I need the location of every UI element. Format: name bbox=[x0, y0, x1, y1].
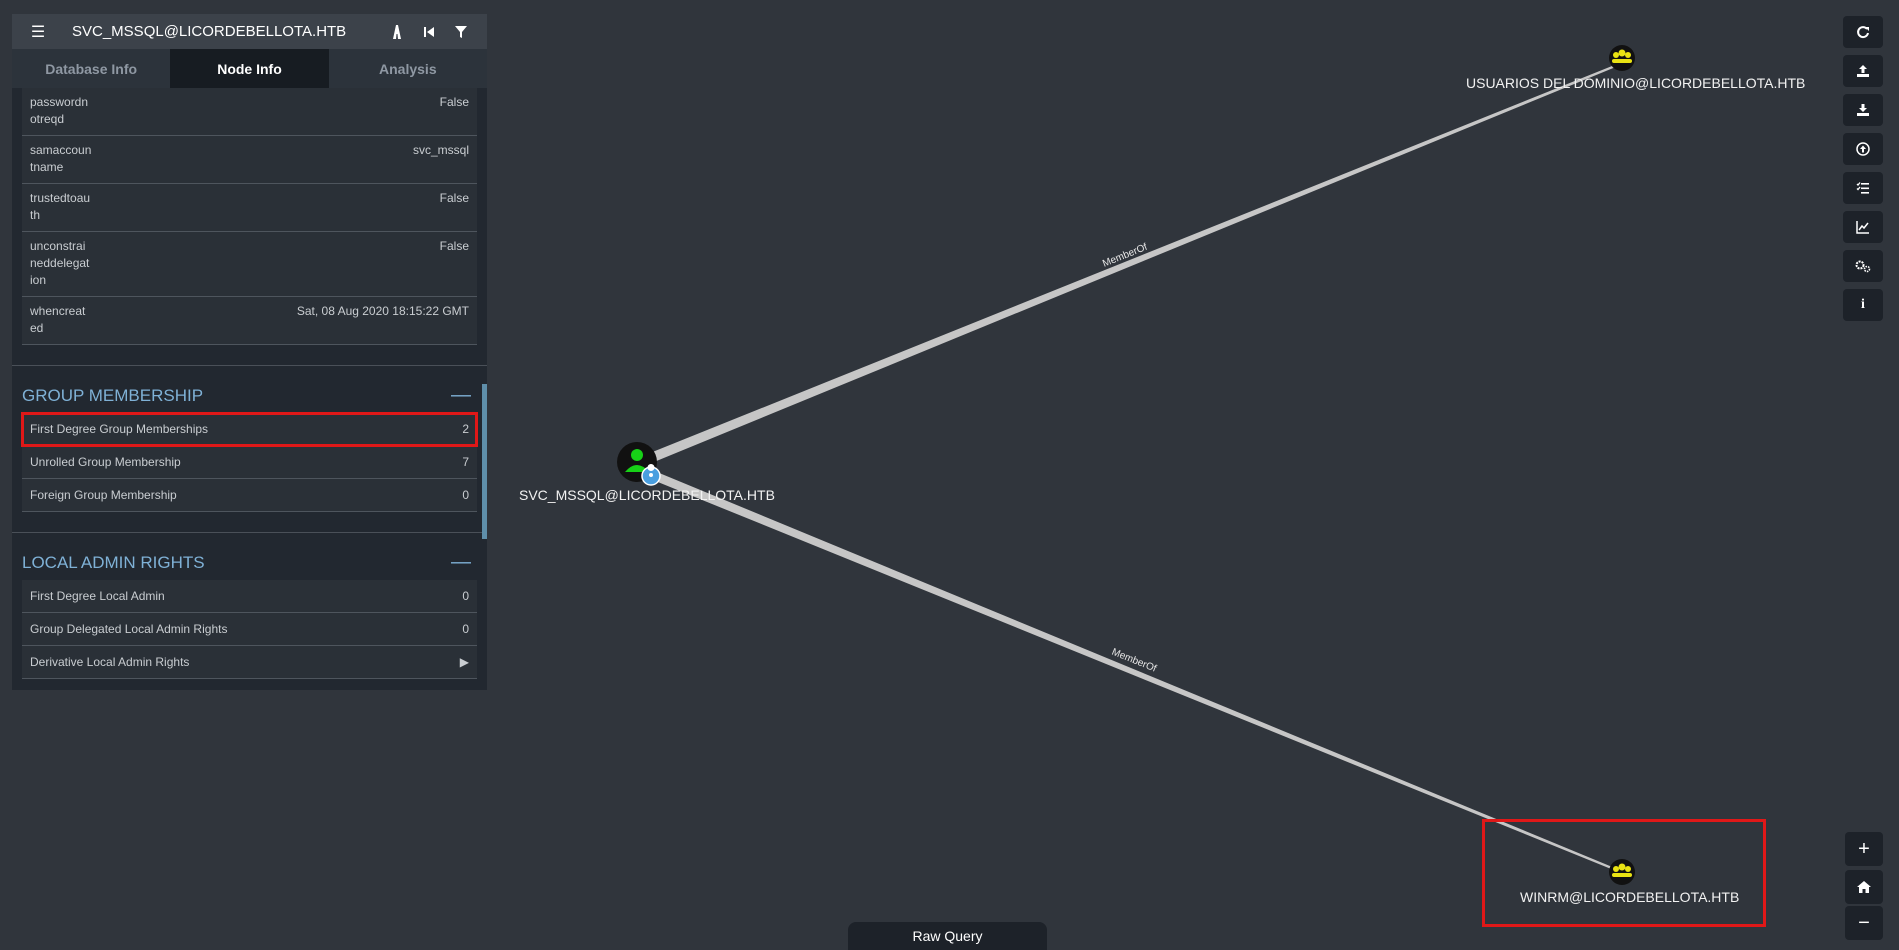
derivative-local-admin-row[interactable]: Derivative Local Admin Rights ▶ bbox=[22, 646, 477, 679]
property-row: whencreated Sat, 08 Aug 2020 18:15:22 GM… bbox=[22, 297, 477, 345]
property-value: False bbox=[439, 239, 469, 253]
row-label: Foreign Group Membership bbox=[30, 488, 177, 502]
expand-arrow-icon[interactable]: ▶ bbox=[460, 655, 469, 669]
tab-analysis[interactable]: Analysis bbox=[329, 49, 487, 88]
property-value: False bbox=[439, 95, 469, 109]
row-label: First Degree Group Memberships bbox=[30, 422, 209, 436]
property-key: unconstraineddelegation bbox=[30, 239, 90, 287]
section-title: GROUP MEMBERSHIP bbox=[22, 385, 204, 405]
row-label: Unrolled Group Membership bbox=[30, 455, 181, 469]
row-value: 0 bbox=[462, 589, 469, 603]
queries-icon[interactable] bbox=[1843, 172, 1883, 204]
import-icon[interactable] bbox=[1843, 133, 1883, 165]
home-button[interactable] bbox=[1845, 870, 1883, 904]
group-delegated-local-admin-row[interactable]: Group Delegated Local Admin Rights 0 bbox=[22, 613, 477, 646]
foreign-group-membership-row[interactable]: Foreign Group Membership 0 bbox=[22, 479, 477, 512]
property-value: False bbox=[439, 191, 469, 205]
edge-memberof-2[interactable] bbox=[648, 470, 1622, 873]
menu-icon[interactable]: ☰ bbox=[22, 14, 54, 49]
divider bbox=[12, 365, 487, 366]
back-icon[interactable] bbox=[413, 14, 445, 49]
local-admin-list: First Degree Local Admin 0 Group Delegat… bbox=[22, 580, 477, 679]
panel-title: SVC_MSSQL@LICORDEBELLOTA.HTB bbox=[72, 23, 347, 40]
stats-icon[interactable] bbox=[1843, 211, 1883, 243]
user-node[interactable] bbox=[617, 442, 661, 486]
row-value: 2 bbox=[462, 422, 469, 436]
property-key: passwordnotreqd bbox=[30, 95, 89, 126]
property-row: trustedtoauth False bbox=[22, 184, 477, 232]
zoom-out-button[interactable]: − bbox=[1845, 906, 1883, 940]
unrolled-group-membership-row[interactable]: Unrolled Group Membership 7 bbox=[22, 446, 477, 479]
settings-icon[interactable] bbox=[1843, 250, 1883, 282]
property-list: passwordnotreqd False samaccountname svc… bbox=[22, 88, 477, 345]
panel-tabs: Database Info Node Info Analysis bbox=[12, 49, 487, 88]
group-membership-header[interactable]: GROUP MEMBERSHIP — bbox=[22, 384, 477, 407]
property-key: trustedtoauth bbox=[30, 191, 91, 222]
first-degree-local-admin-row[interactable]: First Degree Local Admin 0 bbox=[22, 580, 477, 613]
property-row: passwordnotreqd False bbox=[22, 88, 477, 136]
section-title: LOCAL ADMIN RIGHTS bbox=[22, 552, 205, 572]
zoom-in-button[interactable]: + bbox=[1845, 832, 1883, 866]
download-icon[interactable] bbox=[1843, 94, 1883, 126]
winrm-highlight-box bbox=[1482, 819, 1766, 927]
panel-header: ☰ SVC_MSSQL@LICORDEBELLOTA.HTB bbox=[12, 14, 487, 49]
row-value: 0 bbox=[462, 622, 469, 636]
property-value: Sat, 08 Aug 2020 18:15:22 GMT bbox=[296, 304, 469, 318]
tab-node-info[interactable]: Node Info bbox=[170, 49, 329, 88]
tab-database-info[interactable]: Database Info bbox=[12, 49, 170, 88]
user-node-label: SVC_MSSQL@LICORDEBELLOTA.HTB bbox=[519, 487, 775, 503]
divider bbox=[12, 532, 487, 533]
first-degree-group-memberships-row[interactable]: First Degree Group Memberships 2 bbox=[21, 412, 478, 447]
property-row: unconstraineddelegation False bbox=[22, 232, 477, 297]
collapse-icon[interactable]: — bbox=[451, 384, 477, 407]
upload-icon[interactable] bbox=[1843, 55, 1883, 87]
group-node-usuarios-label: USUARIOS DEL DOMINIO@LICORDEBELLOTA.HTB bbox=[1466, 75, 1806, 91]
filter-icon[interactable] bbox=[445, 14, 477, 49]
group-node-usuarios[interactable] bbox=[1609, 45, 1635, 71]
property-value: svc_mssql bbox=[412, 143, 469, 157]
pathfinding-icon[interactable] bbox=[381, 14, 413, 49]
property-row: samaccountname svc_mssql bbox=[22, 136, 477, 184]
property-key: whencreated bbox=[30, 304, 86, 335]
row-label: Derivative Local Admin Rights bbox=[30, 655, 190, 669]
local-admin-header[interactable]: LOCAL ADMIN RIGHTS — bbox=[22, 551, 477, 574]
row-label: First Degree Local Admin bbox=[30, 589, 165, 603]
node-info-panel: ☰ SVC_MSSQL@LICORDEBELLOTA.HTB Database … bbox=[12, 14, 487, 690]
property-key: samaccountname bbox=[30, 143, 92, 174]
row-value: 0 bbox=[462, 488, 469, 502]
raw-query-button[interactable]: Raw Query bbox=[848, 922, 1047, 950]
refresh-icon[interactable] bbox=[1843, 16, 1883, 48]
collapse-icon[interactable]: — bbox=[451, 551, 477, 574]
scrollbar[interactable] bbox=[482, 384, 487, 539]
panel-body[interactable]: passwordnotreqd False samaccountname svc… bbox=[12, 88, 487, 690]
info-icon[interactable]: i bbox=[1843, 289, 1883, 321]
edge-memberof-1[interactable] bbox=[650, 62, 1623, 462]
row-label: Group Delegated Local Admin Rights bbox=[30, 622, 228, 636]
group-membership-list: First Degree Group Memberships 2 Unrolle… bbox=[21, 412, 478, 512]
row-value: 7 bbox=[462, 455, 469, 469]
